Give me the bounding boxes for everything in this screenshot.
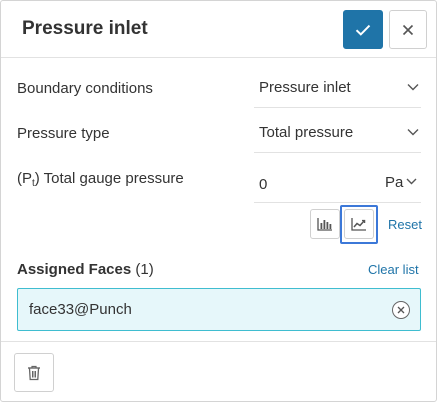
pressure-inlet-panel: Pressure inlet Boundary conditions Press…: [0, 0, 437, 402]
highlight-frame: [340, 205, 378, 244]
panel-footer: [1, 341, 436, 401]
boundary-conditions-select[interactable]: Pressure inlet: [254, 68, 421, 108]
bar-chart-icon: [317, 218, 332, 231]
close-icon: [397, 306, 405, 314]
gauge-pressure-input[interactable]: [259, 173, 369, 195]
assigned-faces-title: Assigned Faces: [17, 261, 132, 278]
assigned-faces-count: (1): [135, 261, 154, 278]
confirm-button[interactable]: [343, 10, 383, 49]
table-values-button[interactable]: [310, 209, 340, 239]
gauge-pressure-label-sub: t: [32, 178, 35, 189]
close-button[interactable]: [389, 10, 427, 49]
pressure-unit-value: Pa: [385, 174, 404, 191]
clear-list-link[interactable]: Clear list: [368, 262, 419, 277]
chevron-down-icon: [407, 84, 419, 91]
gauge-pressure-field[interactable]: [254, 163, 374, 203]
gauge-pressure-label-prefix: (P: [17, 170, 32, 187]
pressure-unit-select[interactable]: Pa: [374, 163, 421, 203]
assigned-face-name: face33@Punch: [29, 301, 132, 318]
chevron-down-icon: [406, 178, 417, 185]
pressure-type-select[interactable]: Total pressure: [254, 113, 421, 153]
trash-icon: [28, 365, 40, 380]
close-icon: [402, 24, 414, 35]
pressure-type-label: Pressure type: [17, 125, 110, 142]
assigned-faces-label: Assigned Faces (1): [17, 261, 154, 278]
gauge-pressure-label-suffix: ) Total gauge pressure: [34, 170, 184, 187]
assigned-face-item[interactable]: face33@Punch: [17, 288, 421, 331]
check-icon: [355, 24, 371, 36]
delete-button[interactable]: [14, 353, 54, 392]
panel-title: Pressure inlet: [22, 18, 148, 39]
remove-face-button[interactable]: [392, 301, 410, 319]
reset-link[interactable]: Reset: [388, 217, 422, 232]
gauge-pressure-label: (Pt) Total gauge pressure: [17, 170, 184, 189]
pressure-type-value: Total pressure: [259, 124, 354, 141]
chevron-down-icon: [407, 129, 419, 136]
boundary-conditions-label: Boundary conditions: [17, 80, 153, 97]
panel-header: Pressure inlet: [1, 1, 436, 58]
boundary-conditions-value: Pressure inlet: [259, 79, 351, 96]
